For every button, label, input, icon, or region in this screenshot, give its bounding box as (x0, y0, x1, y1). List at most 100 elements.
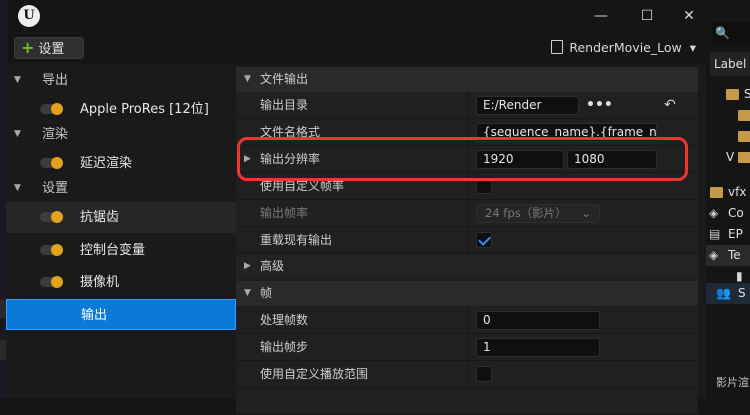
setting-item-label: 控制台变量 (80, 243, 146, 258)
category-settings[interactable]: ▼ 设置 (6, 175, 236, 202)
property-label: 重载现有输出 (260, 233, 333, 247)
handle-frame-count-input[interactable]: 0 (476, 311, 600, 330)
row-handle-frame-count: 处理帧数 0 (236, 307, 698, 334)
setting-item-output[interactable]: 输出 (6, 299, 236, 330)
preset-dropdown[interactable]: RenderMovie_Low ▾ (551, 38, 696, 58)
collapse-arrow-icon: ▼ (14, 75, 21, 85)
outliner-footer-tab[interactable]: 影片渲 (716, 374, 749, 390)
setting-item-label: 输出 (81, 308, 108, 323)
close-button[interactable]: ✕ (674, 4, 704, 28)
output-frame-step-input[interactable]: 1 (476, 338, 600, 357)
use-custom-playback-range-checkbox[interactable] (476, 366, 492, 382)
outliner-row[interactable]: ▤ EP (706, 224, 750, 245)
row-output-frame-step: 输出帧步 1 (236, 334, 698, 361)
setting-item-camera[interactable]: 摄像机 (6, 267, 236, 298)
mesh-icon: ◈ (709, 206, 719, 220)
add-setting-label: 设置 (38, 42, 65, 57)
collapse-arrow-icon: ▼ (14, 183, 21, 193)
section-frames[interactable]: ▼ 帧 (236, 281, 698, 306)
section-file-output[interactable]: ▼ 文件输出 (236, 67, 698, 92)
outliner-row-label: V (726, 150, 735, 164)
column-divider (468, 307, 469, 334)
section-title: 帧 (260, 286, 273, 300)
row-use-custom-playback-range: 使用自定义播放范围 (236, 361, 698, 388)
add-setting-button[interactable]: + 设置 (14, 37, 84, 59)
outliner-row-label: EP (728, 227, 743, 241)
outliner-row-label: vfx (728, 185, 747, 199)
column-divider (468, 200, 469, 227)
settings-list: ▼ 导出 Apple ProRes [12位] ▼ 渲染 延迟渲染 ▼ 设置 抗… (6, 67, 236, 398)
section-title: 高级 (260, 259, 285, 273)
setting-item-console-variables[interactable]: 控制台变量 (6, 235, 236, 266)
outliner-row[interactable] (706, 105, 750, 126)
title-bar: U — ☐ ✕ (8, 0, 706, 32)
outliner-row[interactable]: vfx (706, 182, 750, 203)
output-directory-input[interactable]: E:/Render (476, 96, 579, 115)
outliner-row[interactable]: V (706, 147, 750, 168)
enable-toggle[interactable] (40, 244, 63, 256)
folder-icon (738, 152, 750, 163)
outliner-row-label: Te (728, 248, 741, 262)
outliner-search-input[interactable]: 🔍 (712, 22, 750, 44)
row-partial (236, 388, 698, 415)
enable-toggle[interactable] (40, 276, 63, 288)
column-divider (468, 92, 469, 119)
browse-button[interactable]: ••• (586, 92, 613, 119)
minimize-button[interactable]: — (586, 4, 616, 28)
column-divider (468, 227, 469, 254)
outliner-row-label: S (738, 286, 746, 300)
chevron-down-icon: ⌄ (581, 206, 591, 220)
preset-name: RenderMovie_Low (569, 40, 682, 55)
outliner-row[interactable]: ◈ Te (706, 245, 750, 266)
document-icon (551, 40, 564, 54)
section-advanced[interactable]: ▶ 高级 (236, 254, 698, 279)
column-divider (468, 334, 469, 361)
section-title: 文件输出 (260, 72, 309, 86)
maximize-button[interactable]: ☐ (632, 4, 662, 28)
outliner-row-label: Co (728, 206, 744, 220)
enable-toggle[interactable] (40, 211, 63, 223)
outliner-row[interactable]: S (706, 84, 750, 105)
category-label: 渲染 (42, 127, 69, 142)
category-render[interactable]: ▼ 渲染 (6, 121, 236, 148)
property-label: 输出目录 (260, 98, 309, 112)
property-label: 使用自定义播放范围 (260, 367, 369, 381)
enable-toggle[interactable] (40, 157, 63, 169)
clapper-icon: ▤ (709, 227, 721, 241)
property-label: 输出帧步 (260, 340, 309, 354)
category-label: 设置 (42, 181, 69, 196)
folder-icon (710, 187, 723, 198)
outliner-row[interactable] (706, 126, 750, 147)
collapse-arrow-icon: ▼ (244, 288, 251, 298)
annotation-highlight-box (237, 137, 688, 181)
person-icon: 👥 (716, 286, 731, 300)
search-icon: 🔍 (715, 26, 730, 40)
frame-rate-dropdown[interactable]: 24 fps（影片） ⌄ (476, 204, 600, 223)
row-output-directory: 输出目录 E:/Render ••• ↶ (236, 92, 698, 119)
outliner-column-header[interactable]: Label (710, 52, 750, 76)
folder-icon (738, 110, 750, 121)
outliner-row[interactable]: 👥 S (706, 283, 750, 304)
frame-rate-value: 24 fps（影片） (485, 206, 567, 220)
property-label: 处理帧数 (260, 313, 309, 327)
reset-to-default-icon[interactable]: ↶ (664, 92, 676, 119)
plus-icon: + (21, 38, 35, 57)
outliner-row-label: S (744, 87, 750, 101)
chevron-down-icon: ▾ (689, 40, 696, 55)
collapse-arrow-icon: ▼ (244, 74, 251, 84)
row-output-frame-rate: 输出帧率 24 fps（影片） ⌄ (236, 200, 698, 227)
expand-arrow-icon: ▶ (244, 261, 251, 271)
mesh-icon: ◈ (709, 248, 719, 262)
enable-toggle[interactable] (40, 103, 63, 115)
outliner-row[interactable]: ◈ Co (706, 203, 750, 224)
setting-item-label: 抗锯齿 (80, 210, 120, 225)
setting-item-anti-aliasing[interactable]: 抗锯齿 (6, 202, 236, 233)
outliner-panel: 🔍 Label S V vfx ◈ Co ▤ EP ◈ Te ▮ 👥 S 影片渲 (706, 0, 750, 398)
category-export[interactable]: ▼ 导出 (6, 67, 236, 94)
toolbar: + 设置 RenderMovie_Low ▾ (8, 32, 706, 64)
overwrite-existing-checkbox[interactable] (476, 232, 492, 248)
folder-icon (738, 131, 750, 142)
unreal-logo-icon: U (18, 5, 40, 27)
row-overwrite-existing: 重载现有输出 (236, 227, 698, 254)
setting-item-label: 摄像机 (80, 275, 120, 290)
